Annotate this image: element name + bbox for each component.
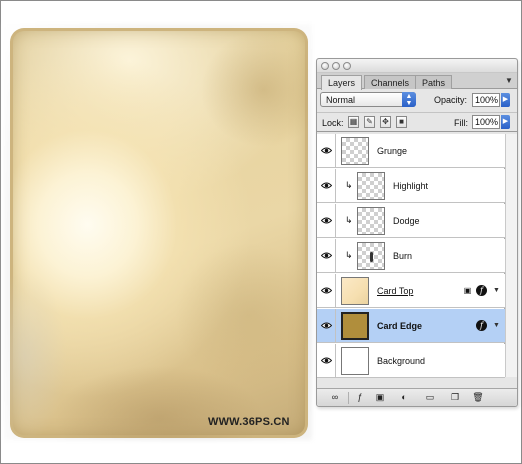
blend-mode-select[interactable]: Normal ▲ ▼: [320, 92, 416, 107]
layer-row-card-edge[interactable]: Card Edge f ▼: [317, 309, 505, 343]
clipping-arrow-icon: ↳: [345, 250, 353, 260]
layers-bottom-toolbar: ∞ ƒ ▣ ◐ ▭ ❐ 🗑: [317, 388, 517, 406]
visibility-toggle[interactable]: [317, 239, 336, 273]
delete-layer-trash-icon[interactable]: 🗑: [472, 392, 484, 403]
new-layer-icon[interactable]: ❐: [449, 392, 461, 403]
layer-thumbnail: [357, 242, 385, 270]
lock-transparency-icon[interactable]: ▦: [348, 116, 359, 128]
select-updown-icon: ▲ ▼: [402, 92, 416, 107]
toolbar-divider: [348, 392, 349, 404]
add-layer-mask-icon[interactable]: ▣: [374, 392, 386, 403]
layer-row-grunge[interactable]: Grunge: [317, 134, 505, 168]
watermark-text: WWW.36PS.CN: [208, 416, 290, 428]
visibility-toggle[interactable]: [317, 309, 336, 343]
tab-layers-label: Layers: [328, 78, 356, 88]
opacity-label: Opacity:: [434, 95, 468, 105]
layer-row-background[interactable]: Background: [317, 344, 505, 378]
tab-paths-label: Paths: [422, 78, 446, 88]
layer-name: Burn: [393, 251, 413, 261]
layer-name: Dodge: [393, 216, 420, 226]
fill-slider-arrow-icon[interactable]: ▶: [501, 115, 510, 129]
lock-all-icon[interactable]: ■: [396, 116, 407, 128]
visibility-toggle[interactable]: [317, 134, 336, 168]
eye-icon: [321, 182, 332, 189]
panel-tab-row: Layers Channels Paths ▼: [317, 73, 517, 90]
layers-list: Grunge ↳ Highlight ↳ Dodge ↳ Burn Card T…: [317, 134, 505, 378]
eye-icon: [321, 322, 332, 329]
tab-paths[interactable]: Paths: [415, 75, 453, 89]
lock-row: Lock: ▦ ✎ ✥ ■ Fill: 100% ▶: [317, 112, 517, 132]
eye-icon: [321, 217, 332, 224]
minimize-window-button[interactable]: [332, 62, 340, 70]
panel-menu-icon[interactable]: ▼: [504, 76, 514, 86]
lock-position-icon[interactable]: ✥: [380, 116, 391, 128]
visibility-toggle[interactable]: [317, 204, 336, 238]
layer-name: Highlight: [393, 181, 429, 191]
layer-effects-icon[interactable]: f: [476, 285, 487, 296]
eye-icon: [321, 357, 332, 364]
panel-titlebar[interactable]: [317, 59, 517, 73]
fill-label: Fill:: [454, 118, 468, 128]
clipping-arrow-icon: ↳: [345, 215, 353, 225]
lock-label: Lock:: [322, 118, 344, 128]
layer-row-card-top[interactable]: Card Top ▣ f ▼: [317, 274, 505, 308]
layer-effects-icon[interactable]: f: [476, 320, 487, 331]
layer-row-dodge[interactable]: ↳ Dodge: [317, 204, 505, 238]
lock-image-pixels-icon[interactable]: ✎: [364, 116, 375, 128]
tab-channels[interactable]: Channels: [364, 75, 417, 89]
card-grunge-texture: [10, 28, 308, 438]
layer-name: Card Top: [377, 286, 414, 296]
blend-mode-value: Normal: [326, 95, 356, 105]
fill-value: 100%: [475, 117, 499, 127]
new-adjustment-layer-icon[interactable]: ◐: [398, 392, 410, 403]
layer-thumbnail: [341, 277, 369, 305]
layer-name: Grunge: [377, 146, 408, 156]
layer-name: Card Edge: [377, 321, 423, 331]
layer-row-burn[interactable]: ↳ Burn: [317, 239, 505, 273]
layer-thumbnail: [341, 137, 369, 165]
tab-layers[interactable]: Layers: [321, 75, 363, 90]
fill-field[interactable]: 100%: [472, 115, 500, 129]
layer-thumbnail: [357, 172, 385, 200]
opacity-field[interactable]: 100%: [472, 93, 500, 107]
eye-icon: [321, 287, 332, 294]
eye-icon: [321, 147, 332, 154]
vintage-card-artwork: [10, 28, 308, 438]
layer-thumbnail: [341, 312, 369, 340]
opacity-slider-arrow-icon[interactable]: ▶: [501, 93, 510, 107]
eye-icon: [321, 252, 332, 259]
visibility-toggle[interactable]: [317, 274, 336, 308]
expand-effects-arrow-icon[interactable]: ▼: [493, 322, 500, 329]
link-layers-icon[interactable]: ∞: [327, 392, 343, 403]
layer-row-highlight[interactable]: ↳ Highlight: [317, 169, 505, 203]
visibility-toggle[interactable]: [317, 169, 336, 203]
lock-icon: ▣: [463, 286, 472, 295]
opacity-value: 100%: [475, 95, 499, 105]
layer-name: Background: [377, 356, 426, 366]
layers-panel: Layers Channels Paths ▼ Normal ▲ ▼ Opacit…: [316, 58, 518, 407]
tab-channels-label: Channels: [371, 78, 410, 88]
document-canvas[interactable]: [4, 24, 312, 440]
clipping-arrow-icon: ↳: [345, 180, 353, 190]
expand-effects-arrow-icon[interactable]: ▼: [493, 287, 500, 294]
zoom-window-button[interactable]: [343, 62, 351, 70]
layer-thumbnail: [357, 207, 385, 235]
new-group-folder-icon[interactable]: ▭: [424, 392, 436, 403]
close-window-button[interactable]: [321, 62, 329, 70]
add-layer-style-icon[interactable]: ƒ: [354, 392, 366, 403]
layers-scrollbar[interactable]: [505, 134, 517, 377]
visibility-toggle[interactable]: [317, 344, 336, 378]
layer-thumbnail: [341, 347, 369, 375]
